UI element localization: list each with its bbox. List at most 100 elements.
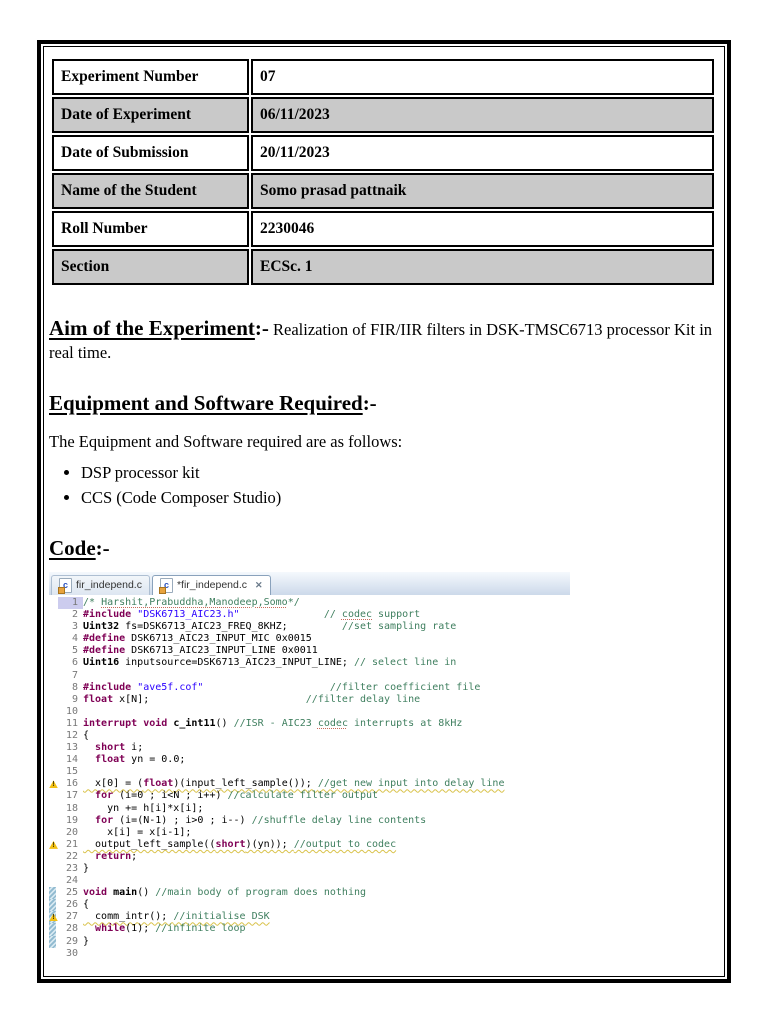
gutter-marker	[49, 754, 58, 766]
editor-tab-active[interactable]: c *fir_independ.c ✕	[151, 574, 271, 595]
code-line: 5 #define DSK6713_AIC23_INPUT_LINE 0x0011	[49, 645, 570, 657]
line-text: return;	[95, 850, 138, 862]
equipment-heading: Equipment and Software Required	[49, 390, 363, 415]
code-line: 28 while(1); //infinite loop	[49, 923, 570, 936]
line-number: 9	[71, 693, 78, 705]
line-number: 19	[65, 814, 78, 826]
code-line: 3 Uint32 fs=DSK6713_AIC23_FREQ_8KHZ; //se…	[49, 621, 570, 633]
gutter-marker	[49, 803, 58, 815]
code-line: ! 27 comm_intr(); //initialise DSK	[49, 911, 570, 924]
gutter-marker	[49, 706, 58, 718]
line-text: #define DSK6713_AIC23_INPUT_LINE 0x0011	[83, 645, 318, 657]
equipment-separator: :-	[362, 390, 377, 415]
code-area: 1/* Harshit,Prabuddha,Manodeep,Somo*/2 #i…	[49, 594, 570, 965]
gutter-marker	[49, 935, 58, 948]
gutter-marker	[49, 621, 58, 633]
line-text: short i;	[95, 742, 144, 754]
line-text: /* Harshit,Prabuddha,Manodeep,Somo*/	[83, 596, 300, 608]
row-label: Name of the Student	[52, 173, 249, 209]
aim-heading: Aim of the Experiment	[49, 316, 255, 340]
line-text: x[0] = (float)(input_left_sample()); //g…	[83, 778, 505, 790]
line-text: {	[83, 899, 90, 911]
gutter-marker	[49, 609, 58, 621]
line-text: output_left_sample((short)(yn)); //outpu…	[83, 838, 397, 850]
line-number: 13	[65, 742, 78, 754]
line-number: 15	[65, 766, 78, 778]
code-line: 30	[49, 948, 570, 960]
line-number: 2	[71, 609, 78, 621]
gutter-marker	[49, 657, 58, 669]
table-row: Name of the Student Somo prasad pattnaik	[52, 173, 714, 209]
change-bar-icon	[49, 899, 56, 912]
info-table: Experiment Number 07 Date of Experiment 06/…	[50, 57, 716, 287]
gutter-marker	[49, 948, 58, 960]
info-table-body: Experiment Number 07 Date of Experiment 06/…	[52, 59, 714, 285]
code-line: 11 interrupt void c_int11() //ISR - AIC23…	[49, 718, 570, 730]
gutter-marker	[49, 718, 58, 730]
row-label: Experiment Number	[52, 59, 249, 95]
line-number: 27	[65, 911, 78, 923]
gutter-marker	[49, 766, 58, 778]
line-text: for (i=(N-1) ; i>0 ; i--) //shuffle dela…	[95, 814, 427, 826]
code-line: 2 #include "DSK6713_AIC23.h" // codec sup…	[49, 609, 570, 621]
code-line: ! 16 x[0] = (float)(input_left_sample());…	[49, 778, 570, 790]
editor-tab[interactable]: c fir_independ.c	[51, 574, 150, 595]
line-text: for (i=0 ; i<N ; i++) //calculate filter…	[95, 790, 379, 802]
line-text: Uint32 fs=DSK6713_AIC23_FREQ_8KHZ; //set…	[83, 621, 457, 633]
line-text: }	[83, 935, 90, 947]
code-line: 1/* Harshit,Prabuddha,Manodeep,Somo*/	[49, 596, 570, 610]
line-text: x[i] = x[i-1];	[83, 826, 192, 838]
gutter-marker	[49, 694, 58, 706]
row-value: ECSc. 1	[251, 249, 714, 285]
gutter-marker	[49, 887, 58, 900]
code-editor: c fir_independ.c c *fir_independ.c ✕ 1/* Har…	[49, 571, 570, 965]
change-bar-icon	[49, 887, 56, 900]
code-line: 18 yn += h[i]*x[i];	[49, 803, 570, 815]
code-heading: Code	[49, 535, 96, 560]
line-number: 24	[65, 875, 78, 887]
code-line: 6 Uint16 inputsource=DSK6713_AIC23_INPUT_…	[49, 657, 570, 669]
line-number: 4	[71, 633, 78, 645]
line-number: 29	[65, 935, 78, 947]
line-number: 16	[65, 778, 78, 790]
line-text: interrupt void c_int11() //ISR - AIC23 c…	[83, 717, 463, 729]
line-number: 23	[65, 863, 78, 874]
tab-label: *fir_independ.c	[176, 579, 248, 592]
code-line: 17 for (i=0 ; i<N ; i++) //calculate fil…	[49, 790, 570, 802]
code-line: 12 {	[49, 730, 570, 742]
line-number: 30	[65, 947, 78, 959]
line-text: #define DSK6713_AIC23_INPUT_MIC 0x0015	[83, 633, 312, 645]
equipment-item: CCS (Code Composer Studio)	[81, 488, 719, 508]
code-line: 14 float yn = 0.0;	[49, 754, 570, 766]
code-separator: :-	[95, 535, 110, 560]
line-text: comm_intr(); //initialise DSK	[83, 911, 270, 923]
aim-separator: :-	[254, 316, 269, 340]
row-value: 2230046	[251, 211, 714, 247]
code-line: 8 #include "ave5f.cof" //filter coefficie…	[49, 682, 570, 694]
code-line: 29}	[49, 935, 570, 948]
row-value: 06/11/2023	[251, 97, 714, 133]
code-line: 22 return;	[49, 851, 570, 863]
line-text	[83, 875, 570, 887]
code-line: 7	[49, 670, 570, 682]
line-text: float x[N]; //filter delay line	[83, 693, 421, 705]
line-number: 25	[65, 887, 78, 899]
gutter-marker	[49, 670, 58, 682]
tab-close-icon[interactable]: ✕	[255, 580, 263, 591]
code-line: 4 #define DSK6713_AIC23_INPUT_MIC 0x0015	[49, 633, 570, 645]
gutter-marker	[49, 633, 58, 645]
line-number: 17	[65, 790, 78, 802]
equipment-item: DSP processor kit	[81, 463, 719, 483]
code-line: 24	[49, 875, 570, 887]
line-number: 12	[65, 729, 78, 741]
code-line: ! 21 output_left_sample((short)(yn)); //o…	[49, 839, 570, 851]
line-number: 26	[65, 899, 78, 911]
c-file-icon: c	[158, 577, 173, 594]
line-text: Uint16 inputsource=DSK6713_AIC23_INPUT_L…	[83, 657, 457, 669]
line-number: 6	[71, 657, 78, 669]
c-file-icon: c	[58, 577, 72, 594]
row-label: Date of Experiment	[52, 97, 249, 133]
editor-tab-bar: c fir_independ.c c *fir_independ.c ✕	[49, 571, 570, 595]
line-number: 1	[58, 596, 83, 610]
gutter-marker: !	[49, 839, 58, 851]
